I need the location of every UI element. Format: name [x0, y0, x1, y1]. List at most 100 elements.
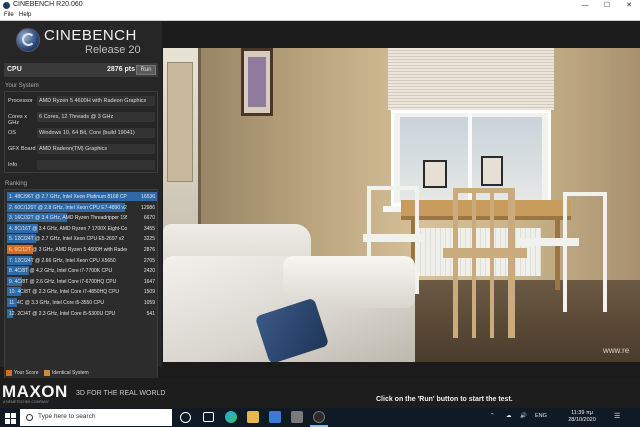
run-button[interactable]: Run — [136, 65, 156, 75]
close-button[interactable]: ✕ — [618, 0, 640, 11]
edge-icon[interactable] — [225, 411, 237, 423]
menu-bar: File Help — [0, 11, 640, 21]
volume-icon[interactable]: 🔊 — [520, 413, 527, 419]
render-viewport: www.re — [163, 48, 640, 362]
ranking-score: 12986 — [141, 204, 155, 211]
clock-date: 28/10/2020 — [568, 417, 596, 423]
system-key: OS — [8, 130, 16, 136]
ranking-cpu-name: 3. 16C/32T @ 3.4 GHz, AMD Ryzen Threadri… — [9, 215, 127, 222]
ranking-heading: Ranking — [5, 181, 28, 187]
maxon-logo: MAXON — [2, 382, 68, 401]
notifications-icon[interactable]: ☰ — [614, 412, 620, 420]
ranking-row[interactable]: 3. 16C/32T @ 3.4 GHz, AMD Ryzen Threadri… — [7, 213, 157, 223]
your-system-heading: Your System — [5, 83, 39, 89]
ranking-cpu-name: 9. 4C/8T @ 2.6 GHz, Intel Core i7-6700HQ… — [9, 278, 117, 285]
clock-time: 11:39 πμ — [571, 410, 593, 416]
ranking-row[interactable]: 11. 4C @ 3.3 GHz, Intel Core i5-3550 CPU… — [7, 298, 157, 307]
photo-frame — [481, 156, 503, 186]
ranking-cpu-name: 5. 12C/24T @ 2.7 GHz, Intel Xeon CPU E5-… — [9, 236, 125, 243]
ranking-row-your-score[interactable]: 6. 6C/12T @ 3 GHz, AMD Ryzen 5 4600H wit… — [7, 245, 157, 254]
identical-system-swatch — [44, 370, 50, 376]
chair-seat — [443, 248, 527, 258]
ranking-score: 16536 — [141, 194, 155, 200]
system-info-field[interactable] — [37, 160, 155, 170]
taskbar-clock[interactable]: 11:39 πμ 28/10/2020 — [560, 410, 604, 424]
cinebench-c-icon — [22, 33, 35, 46]
building-view — [167, 62, 193, 182]
ranking-cpu-name: 12. 2C/4T @ 2.3 GHz, Intel Core i5-5300U… — [9, 310, 116, 317]
cortana-icon[interactable] — [180, 412, 191, 423]
menu-file[interactable]: File — [4, 12, 14, 18]
onedrive-icon[interactable]: ☁ — [506, 413, 512, 419]
ranking-row[interactable]: 1. 48C/96T @ 2.7 GHz, Intel Xeon Platinu… — [7, 192, 157, 201]
tray-chevron-icon[interactable]: ⌃ — [490, 413, 495, 419]
system-value: Windows 10, 64 Bit, Core (build 19041) — [37, 128, 155, 138]
search-placeholder: Type here to search — [38, 413, 96, 420]
system-value: AMD Ryzen 5 4600H with Radeon Graphics — [37, 96, 155, 106]
left-panel: CINEBENCH Release 20 CPU 2876 pts Run Yo… — [0, 21, 162, 389]
ranking-row[interactable]: 8. 4C/8T @ 4.2 GHz, Intel Core i7-7700K … — [7, 266, 157, 276]
ranking-row[interactable]: 2. 60C/120T @ 2.8 GHz, Intel Xeon CPU E7… — [7, 202, 157, 212]
store-icon[interactable] — [269, 411, 281, 423]
status-message: Click on the 'Run' button to start the t… — [376, 396, 513, 403]
task-view-icon[interactable] — [203, 412, 214, 422]
windows-logo-icon — [11, 419, 16, 424]
system-key: Cores x GHz — [8, 114, 27, 126]
ranking-cpu-name: 7. 12C/24T @ 2.66 GHz, Intel Xeon CPU X5… — [9, 257, 116, 264]
start-button[interactable] — [2, 410, 18, 425]
brand-release: Release 20 — [85, 44, 141, 56]
minimize-button[interactable]: — — [574, 0, 596, 11]
ranking-score: 2420 — [143, 268, 155, 275]
maxon-subtitle: A NEMETSCHEK COMPANY — [3, 400, 49, 404]
cpu-label: CPU — [7, 66, 22, 73]
cpu-score: 2876 pts — [107, 66, 136, 73]
white-chair-right — [563, 192, 607, 312]
photo-frame — [423, 160, 447, 188]
system-row-os: OS Windows 10, 64 Bit, Core (build 19041… — [5, 126, 157, 139]
brand-name: CINEBENCH — [44, 27, 137, 44]
window-title: CINEBENCH R20.060 — [13, 1, 83, 8]
system-value: AMD Radeon(TM) Graphics — [37, 144, 155, 154]
ranking-row[interactable]: 9. 4C/8T @ 2.6 GHz, Intel Core i7-6700HQ… — [7, 276, 157, 286]
cinebench-taskbar-icon[interactable] — [313, 411, 325, 423]
ranking-cpu-name: 4. 8C/16T @ 3.4 GHz, AMD Ryzen 7 1700X E… — [9, 225, 127, 232]
file-explorer-icon[interactable] — [247, 411, 259, 423]
ranking-cpu-name: 8. 4C/8T @ 4.2 GHz, Intel Core i7-7700K … — [9, 268, 113, 275]
render-watermark: www.re — [603, 346, 630, 355]
chair-seat — [363, 234, 425, 242]
ranking-score: 1647 — [143, 278, 155, 285]
your-score-label: Your Score — [14, 370, 39, 376]
system-key: Processor — [8, 98, 33, 104]
taskbar-search-box[interactable]: Type here to search — [20, 409, 172, 426]
left-window — [163, 48, 201, 238]
windows-logo-icon — [5, 413, 10, 418]
cinebench-app-icon — [3, 2, 10, 9]
system-key: Info — [8, 162, 18, 168]
wall-painting — [241, 48, 273, 116]
ranking-score: 1509 — [143, 289, 155, 296]
ranking-cpu-name: 11. 4C @ 3.3 GHz, Intel Core i5-3550 CPU — [9, 300, 105, 306]
search-icon — [26, 414, 33, 421]
ranking-score: 6670 — [143, 215, 155, 222]
ranking-row[interactable]: 5. 12C/24T @ 2.7 GHz, Intel Xeon CPU E5-… — [7, 234, 157, 244]
mail-icon[interactable] — [291, 411, 303, 423]
taskbar: Type here to search ⌃ ☁ 🔊 ENG 11:39 πμ 2… — [0, 408, 640, 427]
system-value: 6 Cores, 12 Threads @ 3 GHz — [37, 112, 155, 122]
menu-help[interactable]: Help — [19, 12, 31, 18]
ranking-row[interactable]: 10. 4C/8T @ 2.3 GHz, Intel Core i7-4850H… — [7, 287, 157, 297]
system-row-processor: Processor AMD Ryzen 5 4600H with Radeon … — [5, 94, 157, 107]
identical-system-label: Identical System — [52, 370, 89, 376]
ranking-score: 1059 — [143, 300, 155, 306]
table-leg — [555, 220, 560, 290]
ranking-row[interactable]: 4. 8C/16T @ 3.4 GHz, AMD Ryzen 7 1700X E… — [7, 223, 157, 233]
ranking-cpu-name: 2. 60C/120T @ 2.8 GHz, Intel Xeon CPU E7… — [9, 204, 127, 211]
ranking-cpu-name: 1. 48C/96T @ 2.7 GHz, Intel Xeon Platinu… — [9, 194, 127, 200]
tray-language[interactable]: ENG — [535, 413, 547, 419]
ranking-row[interactable]: 7. 12C/24T @ 2.66 GHz, Intel Xeon CPU X5… — [7, 255, 157, 265]
your-system-table: Processor AMD Ryzen 5 4600H with Radeon … — [4, 91, 158, 173]
ranking-score: 3455 — [143, 225, 155, 232]
ranking-score: 2705 — [143, 257, 155, 264]
ranking-row[interactable]: 12. 2C/4T @ 2.3 GHz, Intel Core i5-5300U… — [7, 308, 157, 318]
maximize-button[interactable]: ☐ — [596, 0, 618, 11]
windows-logo-icon — [5, 419, 10, 424]
